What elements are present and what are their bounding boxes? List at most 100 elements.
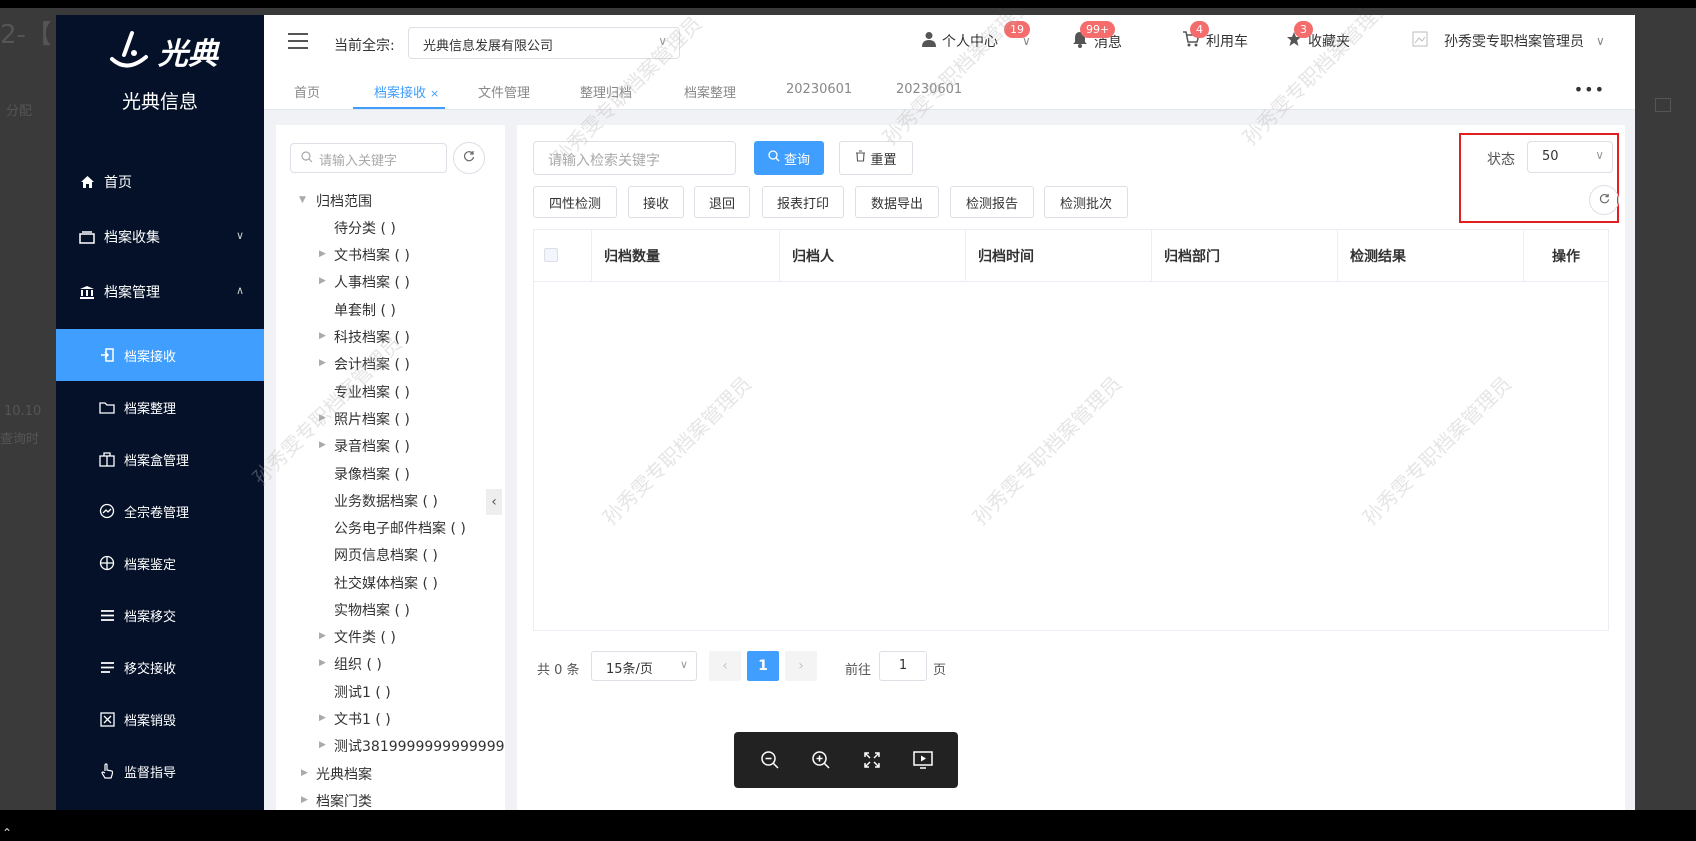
tree-node[interactable]: 照片档案 ( ) bbox=[334, 409, 410, 429]
tree-node[interactable]: 录音档案 ( ) bbox=[334, 436, 410, 456]
caret-right-icon[interactable]: ▶ bbox=[319, 631, 326, 641]
collapse-tree-button[interactable]: ‹ bbox=[486, 489, 502, 515]
caret-right-icon[interactable]: ▶ bbox=[301, 795, 308, 805]
caret-down-icon[interactable]: ▼ bbox=[299, 195, 306, 205]
tree-node[interactable]: 公务电子邮件档案 ( ) bbox=[334, 518, 466, 538]
tree-node[interactable]: 光典档案 bbox=[316, 764, 372, 784]
tree-node[interactable]: 业务数据档案 ( ) bbox=[334, 491, 438, 511]
chevron-left-icon: ‹ bbox=[491, 494, 497, 510]
archive-table: 归档数量 归档人 归档时间 归档部门 检测结果 操作 bbox=[533, 229, 1609, 631]
messages-button[interactable]: 消息 99+ bbox=[1072, 21, 1122, 52]
four-properties-check-button[interactable]: 四性检测 bbox=[533, 186, 617, 218]
more-icon[interactable]: ••• bbox=[1574, 80, 1605, 99]
page-number[interactable]: 1 bbox=[747, 651, 779, 681]
tree-search-input[interactable]: 请输入关键字 bbox=[290, 143, 447, 173]
column-header[interactable]: 检测结果 bbox=[1338, 230, 1524, 281]
favorites-button[interactable]: 收藏夹 3 bbox=[1286, 21, 1350, 51]
sidebar-item-transfer[interactable]: 档案移交 bbox=[56, 589, 264, 641]
hand-pointer-icon bbox=[98, 762, 116, 780]
fullscreen-icon[interactable] bbox=[857, 745, 887, 775]
check-batch-button[interactable]: 检测批次 bbox=[1044, 186, 1128, 218]
page-size-select[interactable]: 15条/页 ∨ bbox=[591, 651, 697, 681]
tree-node[interactable]: 人事档案 ( ) bbox=[334, 272, 410, 292]
caret-right-icon[interactable]: ▶ bbox=[319, 713, 326, 723]
sidebar-item-appraise[interactable]: 档案鉴定 bbox=[56, 537, 264, 589]
fonds-select[interactable]: 光典信息发展有限公司 ∨ bbox=[408, 27, 680, 59]
tree-node[interactable]: 录像档案 ( ) bbox=[334, 464, 410, 484]
sidebar-item-arrange[interactable]: 档案整理 bbox=[56, 381, 264, 433]
caret-right-icon[interactable]: ▶ bbox=[319, 276, 326, 286]
zoom-out-icon[interactable] bbox=[755, 745, 785, 775]
export-data-button[interactable]: 数据导出 bbox=[855, 186, 939, 218]
sidebar-item-supervise[interactable]: 监督指导 bbox=[56, 745, 264, 797]
tree-node[interactable]: 组织 ( ) bbox=[334, 654, 382, 674]
column-header[interactable]: 归档时间 bbox=[966, 230, 1152, 281]
search-input[interactable]: 请输入检索关键字 bbox=[533, 141, 736, 175]
caret-right-icon[interactable]: ▶ bbox=[319, 658, 326, 668]
sidebar-item-management[interactable]: 档案管理 ∧ bbox=[56, 266, 264, 318]
select-all-checkbox[interactable] bbox=[544, 248, 558, 262]
prev-page-button[interactable]: ‹ bbox=[709, 651, 741, 681]
caret-right-icon[interactable]: ▶ bbox=[319, 331, 326, 341]
personal-center-menu[interactable]: 个人中心 19 ∨ bbox=[922, 21, 1031, 51]
tree-node[interactable]: 实物档案 ( ) bbox=[334, 600, 410, 620]
tree-node[interactable]: 归档范围 bbox=[316, 191, 372, 211]
tree-node[interactable]: 专业档案 ( ) bbox=[334, 382, 410, 402]
tree-node[interactable]: 文件类 ( ) bbox=[334, 627, 396, 647]
tree-node[interactable]: 档案门类 bbox=[316, 791, 372, 810]
user-menu[interactable]: 孙秀雯专职档案管理员 ∨ bbox=[1412, 31, 1605, 51]
slideshow-icon[interactable] bbox=[908, 745, 938, 775]
tree-node[interactable]: 科技档案 ( ) bbox=[334, 327, 410, 347]
caret-right-icon[interactable]: ▶ bbox=[319, 358, 326, 368]
tree-node[interactable]: 文书1 ( ) bbox=[334, 709, 391, 729]
tab-20230601-b[interactable]: 20230601 bbox=[896, 82, 962, 97]
zoom-in-icon[interactable] bbox=[806, 745, 836, 775]
sidebar-item-home[interactable]: 首页 bbox=[56, 156, 264, 208]
return-button[interactable]: 退回 bbox=[694, 186, 750, 218]
tab-home[interactable]: 首页 bbox=[294, 82, 320, 101]
tree-node[interactable]: 会计档案 ( ) bbox=[334, 354, 410, 374]
print-report-button[interactable]: 报表打印 bbox=[762, 186, 844, 218]
next-page-button[interactable]: › bbox=[785, 651, 817, 681]
tree-node[interactable]: 测试3819999999999999 bbox=[334, 736, 505, 756]
tree-refresh-button[interactable] bbox=[453, 142, 485, 174]
tab-arrange-archive[interactable]: 整理归档 bbox=[580, 82, 632, 101]
receive-button[interactable]: 接收 bbox=[628, 186, 684, 218]
cart-button[interactable]: 利用车 4 bbox=[1182, 21, 1248, 51]
bottom-bar bbox=[0, 810, 1696, 841]
check-report-button[interactable]: 检测报告 bbox=[950, 186, 1034, 218]
tree-node[interactable]: 单套制 ( ) bbox=[334, 300, 396, 320]
column-header[interactable]: 归档部门 bbox=[1152, 230, 1338, 281]
tab-archive-arrange[interactable]: 档案整理 bbox=[684, 82, 736, 101]
menu-toggle-icon[interactable] bbox=[288, 33, 308, 49]
tab-20230601-a[interactable]: 20230601 bbox=[786, 82, 852, 97]
tab-file-management[interactable]: 文件管理 bbox=[478, 82, 530, 101]
status-select[interactable]: 50 ∨ bbox=[1527, 141, 1613, 173]
sidebar-item-box[interactable]: 档案盒管理 bbox=[56, 433, 264, 485]
double-chevron-up-icon[interactable]: ⌃ bbox=[2, 826, 12, 840]
query-button[interactable]: 查询 bbox=[754, 141, 824, 175]
caret-right-icon[interactable]: ▶ bbox=[319, 413, 326, 423]
table-refresh-button[interactable] bbox=[1589, 185, 1619, 215]
tree-node[interactable]: 待分类 ( ) bbox=[334, 218, 396, 238]
tree-node[interactable]: 测试1 ( ) bbox=[334, 682, 391, 702]
column-header[interactable]: 归档人 bbox=[780, 230, 966, 281]
sidebar-item-transfer-receive[interactable]: 移交接收 bbox=[56, 641, 264, 693]
caret-right-icon[interactable]: ▶ bbox=[319, 740, 326, 750]
sidebar-item-collection[interactable]: 档案收集 ∨ bbox=[56, 211, 264, 263]
sidebar-item-destroy[interactable]: 档案销毁 bbox=[56, 693, 264, 745]
sidebar-item-fonds[interactable]: 全宗卷管理 bbox=[56, 485, 264, 537]
tab-archive-receive[interactable]: 档案接收 × bbox=[374, 82, 439, 101]
close-icon[interactable]: × bbox=[430, 87, 439, 100]
caret-right-icon[interactable]: ▶ bbox=[319, 440, 326, 450]
column-header[interactable]: 归档数量 bbox=[592, 230, 780, 281]
caret-right-icon[interactable]: ▶ bbox=[301, 768, 308, 778]
sidebar-item-receive[interactable]: 档案接收 bbox=[56, 329, 264, 381]
tree-node[interactable]: 网页信息档案 ( ) bbox=[334, 545, 438, 565]
tree-node[interactable]: 社交媒体档案 ( ) bbox=[334, 573, 438, 593]
caret-right-icon[interactable]: ▶ bbox=[319, 249, 326, 259]
reset-button[interactable]: 重置 bbox=[839, 141, 913, 175]
goto-page-input[interactable]: 1 bbox=[879, 651, 927, 681]
tree-node[interactable]: 文书档案 ( ) bbox=[334, 245, 410, 265]
chevron-down-icon: ∨ bbox=[658, 34, 667, 48]
